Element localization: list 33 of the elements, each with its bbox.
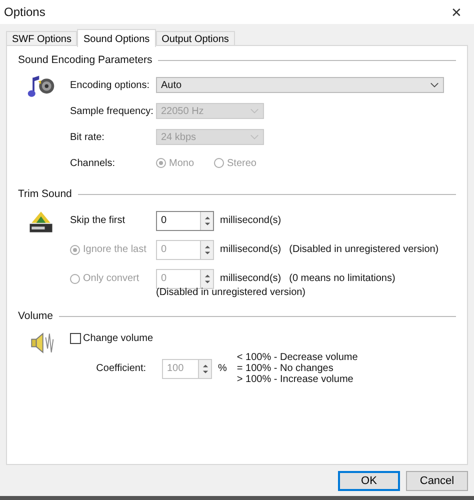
window-title: Options (4, 5, 46, 19)
section-title: Trim Sound (18, 188, 72, 200)
tab[interactable]: Output Options (156, 31, 235, 46)
spin-arrows-icon[interactable] (204, 214, 210, 226)
unit-label: millisecond(s) (220, 244, 282, 255)
unit-label: % (218, 363, 227, 374)
close-button[interactable]: ✕ (447, 4, 466, 20)
checkbox[interactable]: Change volume (70, 330, 154, 346)
number-spinner[interactable]: 0 (156, 210, 214, 230)
field-label: Encoding options: (70, 80, 151, 90)
tab[interactable]: SWF Options (6, 31, 78, 46)
dialog-button[interactable]: OK (338, 471, 400, 491)
hint-text: < 100% - Decrease volume (236, 352, 358, 363)
hint-text: = 100% - No changes (236, 363, 334, 374)
field-label: Channels: (70, 158, 116, 168)
unit-label: millisecond(s) (220, 215, 282, 226)
field-label: Skip the first (70, 215, 126, 226)
chevron-down-icon (250, 108, 259, 114)
chevron-down-icon (430, 82, 439, 88)
tab[interactable]: Sound Options (77, 29, 156, 47)
dropdown[interactable]: Auto (156, 77, 444, 93)
field-label: Sample frequency: (70, 106, 154, 116)
field-label: Bit rate: (70, 132, 106, 142)
note-text: (Disabled in unregistered version) (289, 244, 439, 255)
hint-text: > 100% - Increase volume (236, 374, 354, 385)
section-title: Sound Encoding Parameters (18, 54, 152, 66)
dialog-button[interactable]: Cancel (406, 471, 468, 491)
chevron-down-icon (250, 134, 259, 140)
note-text: (Disabled in unregistered version) (156, 287, 307, 298)
unit-label: millisecond(s) (220, 273, 282, 284)
field-label: Coefficient: (95, 363, 147, 374)
note-text: (0 means no limitations) (289, 273, 396, 284)
section-title: Volume (18, 310, 54, 322)
